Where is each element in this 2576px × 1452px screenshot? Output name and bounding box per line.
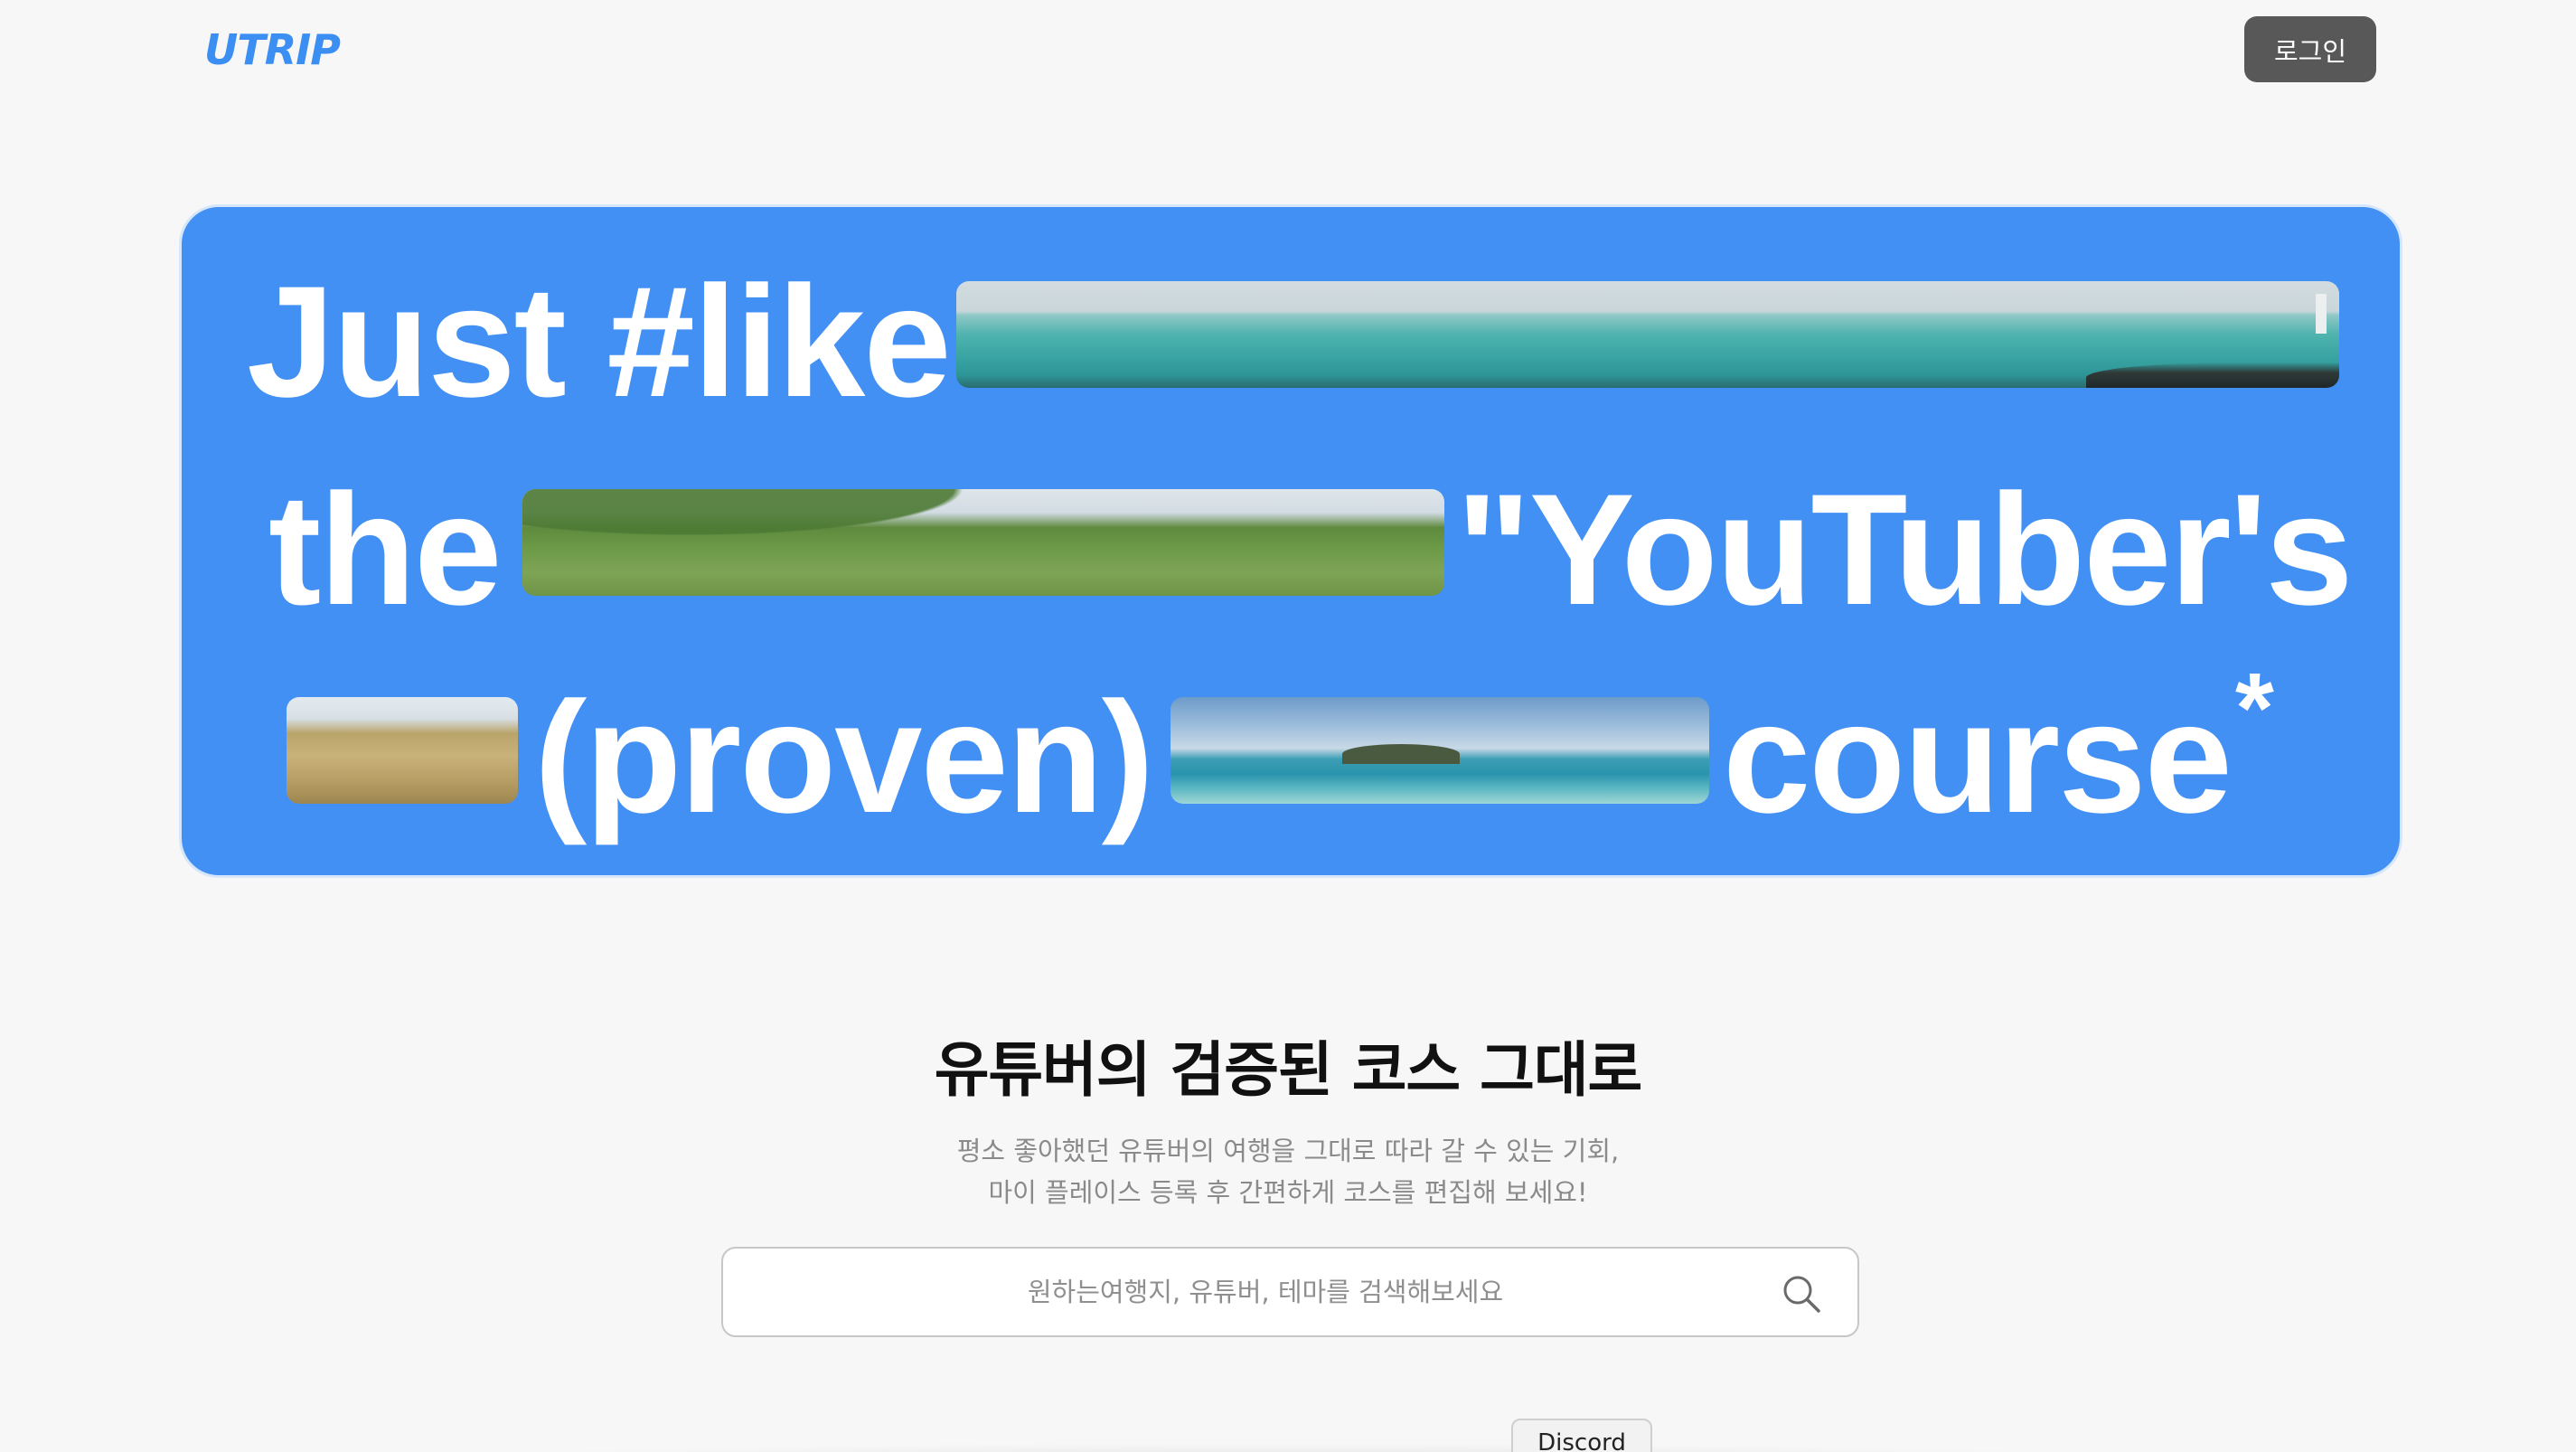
description-line-1: 평소 좋아했던 유튜버의 여행을 그대로 따라 갈 수 있는 기회, [956, 1136, 1620, 1166]
description-line-2: 마이 플레이스 등록 후 간편하게 코스를 편집해 보세요! [988, 1177, 1588, 1208]
island-shape [1342, 744, 1460, 764]
hero-text-the: the [268, 462, 502, 638]
section-title: 유튜버의 검증된 코스 그대로 [934, 1035, 1643, 1105]
login-button[interactable]: 로그인 [2244, 16, 2376, 82]
hero-asterisk: * [2235, 653, 2274, 764]
section-description: 평소 좋아했던 유튜버의 여행을 그대로 따라 갈 수 있는 기회, 마이 플레… [0, 1130, 2576, 1213]
green-hills-photo [522, 489, 1444, 596]
discord-button[interactable]: Discord [1511, 1419, 1652, 1452]
hero-text-just-like: Just #like [247, 254, 952, 430]
rocks-shape [2086, 363, 2339, 388]
search-bar [721, 1247, 1859, 1337]
grass-oreum-photo [287, 697, 518, 804]
content-shadow [416, 1443, 2169, 1452]
hero-text-proven: (proven) [534, 670, 1154, 846]
hero-text-youtubers: "YouTuber's [1456, 462, 2354, 638]
lighthouse-shape [2316, 294, 2327, 334]
island-sea-photo [1170, 697, 1709, 804]
sea-photo [956, 281, 2339, 388]
hero-banner: Just #like the "YouTuber's (proven) cour… [179, 204, 2402, 878]
search-input[interactable] [759, 1249, 1772, 1335]
hero-text-course: course [1723, 670, 2233, 846]
utrip-logo[interactable]: UTRIP [204, 25, 341, 74]
search-icon[interactable] [1782, 1274, 1821, 1314]
hill-ridge-shape [522, 489, 1444, 596]
